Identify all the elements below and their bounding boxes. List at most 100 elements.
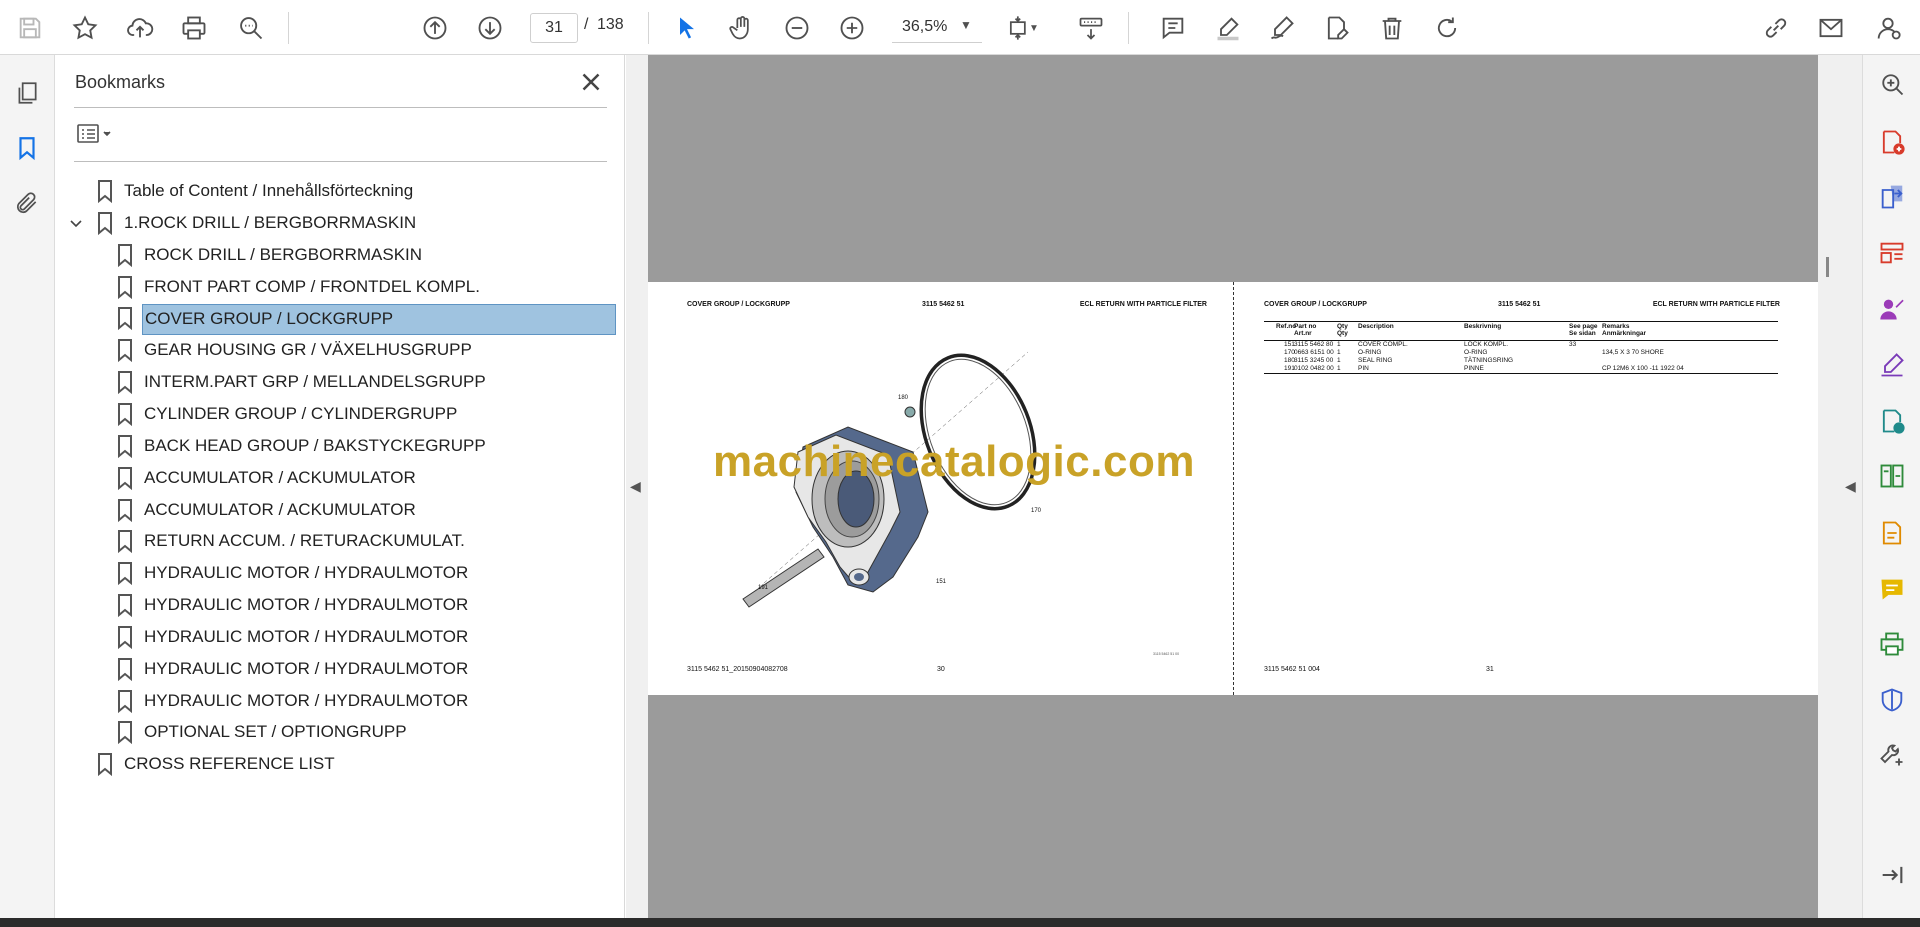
protect-shield-icon[interactable] (1876, 684, 1908, 716)
bookmark-item[interactable]: COVER GROUP / LOCKGRUPP (56, 303, 616, 336)
draw-freehand-icon[interactable] (1264, 10, 1300, 46)
table-cell: PIN (1358, 365, 1369, 372)
bookmark-item[interactable]: FRONT PART COMP / FRONTDEL KOMPL. (56, 272, 616, 303)
bookmark-item[interactable]: HYDRAULIC MOTOR / HYDRAULMOTOR (56, 558, 616, 589)
bookmark-item[interactable]: ACCUMULATOR / ACKUMULATOR (56, 495, 616, 526)
bookmark-item[interactable]: 1.ROCK DRILL / BERGBORRMASKIN (56, 208, 616, 239)
bookmark-icon (114, 688, 136, 714)
organize-pages-icon[interactable] (1876, 237, 1908, 269)
bookmark-item[interactable]: CROSS REFERENCE LIST (56, 749, 616, 780)
fill-sign-icon[interactable] (1319, 10, 1355, 46)
find-text-icon[interactable] (233, 10, 269, 46)
callout-191: 191 (758, 585, 769, 591)
table-cell: LOCK KOMPL. (1464, 341, 1509, 348)
bookmark-item[interactable]: GEAR HOUSING GR / VÄXELHUSGRUPP (56, 335, 616, 366)
search-zoom-icon[interactable] (1876, 68, 1908, 100)
print-icon[interactable] (176, 10, 212, 46)
page-number-input[interactable]: 31 (530, 13, 578, 43)
column-header: Description (1358, 323, 1394, 330)
bookmark-options-button[interactable] (74, 119, 120, 149)
page-header-title: COVER GROUP / LOCKGRUPP (1264, 301, 1367, 308)
bookmark-item[interactable]: ACCUMULATOR / ACKUMULATOR (56, 463, 616, 494)
bookmark-label: CYLINDER GROUP / CYLINDERGRUPP (144, 403, 458, 423)
close-panel-icon[interactable] (576, 67, 606, 97)
email-icon[interactable] (1813, 10, 1849, 46)
bookmark-item[interactable]: HYDRAULIC MOTOR / HYDRAULMOTOR (56, 622, 616, 653)
account-icon[interactable] (1870, 10, 1906, 46)
bookmark-item[interactable]: HYDRAULIC MOTOR / HYDRAULMOTOR (56, 654, 616, 685)
zoom-out-icon[interactable] (779, 10, 815, 46)
rotate-icon[interactable] (1429, 10, 1465, 46)
highlight-pen-icon[interactable] (1210, 10, 1246, 46)
table-cell: 3115 5462 80 (1294, 341, 1334, 348)
expand-panel-icon[interactable] (1876, 859, 1908, 891)
rich-media-icon[interactable] (1876, 517, 1908, 549)
bookmark-label: ROCK DRILL / BERGBORRMASKIN (144, 244, 423, 264)
bookmark-icon (114, 528, 136, 554)
bookmarks-panel-icon[interactable] (10, 131, 44, 165)
bookmark-item[interactable]: BACK HEAD GROUP / BAKSTYCKEGRUPP (56, 431, 616, 462)
page-header-subtitle: ECL RETURN WITH PARTICLE FILTER (1652, 301, 1780, 308)
callout-151: 151 (936, 579, 947, 585)
bookmark-label: HYDRAULIC MOTOR / HYDRAULMOTOR (144, 658, 469, 678)
table-cell: PINNE (1464, 365, 1484, 372)
parts-list-table: Ref.no Part no Art.nr Qty Qty Description Besk… (1264, 321, 1778, 374)
bookmark-item[interactable]: RETURN ACCUM. / RETURACKUMULAT. (56, 526, 616, 557)
parts-table-body: 151 3115 5462 80 1 COVER COMPL. LOCK KOMPL. 3… (1264, 341, 1778, 374)
bookmark-label: FRONT PART COMP / FRONTDEL KOMPL. (144, 276, 480, 296)
bookmark-star-icon[interactable] (67, 10, 103, 46)
fit-dropdown-chevron-icon[interactable]: ▼ (1026, 10, 1042, 46)
scroll-mode-icon[interactable] (1073, 10, 1109, 46)
table-row: 170 0663 6151 00 1 O-RING O-RING 134,5 X 3 70… (1264, 349, 1778, 357)
bookmark-label: HYDRAULIC MOTOR / HYDRAULMOTOR (144, 690, 469, 710)
bookmark-item[interactable]: HYDRAULIC MOTOR / HYDRAULMOTOR (56, 686, 616, 717)
zoom-in-icon[interactable] (834, 10, 870, 46)
fill-and-sign-icon[interactable] (1876, 349, 1908, 381)
left-navigation-rail (0, 55, 55, 918)
attachments-paperclip-icon[interactable] (10, 186, 44, 220)
previous-page-icon[interactable] (417, 10, 453, 46)
collapse-right-panel-icon[interactable]: ◀ (1845, 478, 1856, 495)
bookmark-item[interactable]: HYDRAULIC MOTOR / HYDRAULMOTOR (56, 590, 616, 621)
page-footer-id: 3115 5462 51 004 (1264, 666, 1320, 673)
page-footer-number: 31 (1486, 666, 1494, 673)
comment-tool-icon[interactable] (1876, 573, 1908, 605)
scrollbar-thumb[interactable] (1826, 257, 1829, 277)
scan-ocr-icon[interactable] (1876, 405, 1908, 437)
bookmark-item[interactable]: OPTIONAL SET / OPTIONGRUPP (56, 717, 616, 748)
bookmark-label: HYDRAULIC MOTOR / HYDRAULMOTOR (144, 595, 469, 615)
more-tools-icon[interactable] (1876, 739, 1908, 771)
delete-trash-icon[interactable] (1374, 10, 1410, 46)
bookmark-item[interactable]: INTERM.PART GRP / MELLANDELSGRUPP (56, 367, 616, 398)
upload-cloud-icon[interactable] (122, 10, 158, 46)
bookmarks-panel: Bookmarks Table of Content / Innehållsfö… (56, 55, 625, 918)
table-cell: 1 (1337, 365, 1341, 372)
bookmark-icon (114, 465, 136, 491)
bookmark-label: 1.ROCK DRILL / BERGBORRMASKIN (124, 212, 417, 232)
hand-tool-icon[interactable] (724, 10, 760, 46)
collapse-left-panel-icon[interactable]: ◀ (630, 478, 641, 495)
print-production-icon[interactable] (1876, 628, 1908, 660)
compare-files-icon[interactable] (1876, 460, 1908, 492)
expand-chevron-icon[interactable] (68, 215, 84, 231)
create-pdf-icon[interactable] (1876, 126, 1908, 158)
comment-icon[interactable] (1155, 10, 1191, 46)
column-header: See page (1569, 323, 1598, 330)
pdf-page-30: COVER GROUP / LOCKGRUPP 3115 5462 51 ECL… (648, 282, 1233, 695)
next-page-icon[interactable] (472, 10, 508, 46)
bookmark-item[interactable]: Table of Content / Innehållsförteckning (56, 176, 616, 207)
page-thumbnails-icon[interactable] (10, 76, 44, 110)
table-cell: 1 (1337, 341, 1341, 348)
save-icon[interactable] (12, 10, 48, 46)
bookmark-item[interactable]: CYLINDER GROUP / CYLINDERGRUPP (56, 399, 616, 430)
column-header: Remarks (1602, 323, 1630, 330)
bookmark-item[interactable]: ROCK DRILL / BERGBORRMASKIN (56, 240, 616, 271)
select-cursor-icon[interactable] (669, 10, 705, 46)
share-link-icon[interactable] (1758, 10, 1794, 46)
page-separator: / (584, 16, 589, 33)
chevron-down-icon[interactable]: ▼ (960, 18, 972, 32)
export-pdf-icon[interactable] (1876, 181, 1908, 213)
column-header-secondary: Anmärkningar (1602, 330, 1647, 337)
request-signature-icon[interactable] (1876, 293, 1908, 325)
bookmark-label: HYDRAULIC MOTOR / HYDRAULMOTOR (144, 563, 469, 583)
